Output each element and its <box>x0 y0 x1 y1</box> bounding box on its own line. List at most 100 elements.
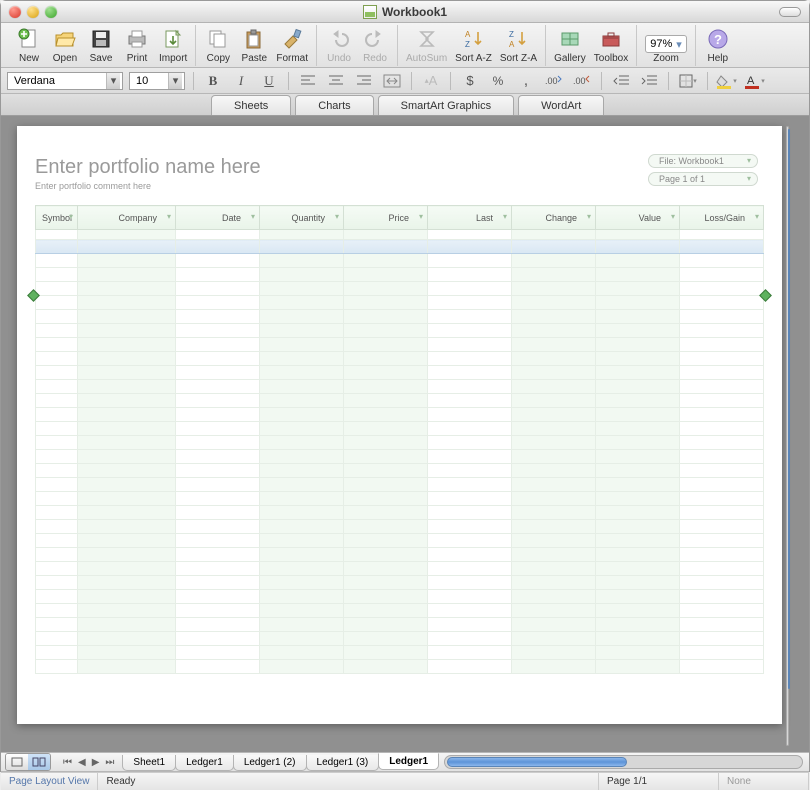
table-row[interactable] <box>36 380 764 394</box>
borders-button[interactable]: ▾ <box>677 71 699 91</box>
zoom-field[interactable]: 97% ▾ <box>645 35 687 53</box>
first-sheet-button[interactable]: ⏮ <box>61 757 74 768</box>
redo-button[interactable]: Redo <box>357 25 393 66</box>
sheet-tab[interactable]: Ledger1 <box>175 755 234 771</box>
increase-decimal-button[interactable]: .00 <box>543 71 565 91</box>
vertical-scroll-thumb[interactable] <box>788 129 790 689</box>
page[interactable]: Enter portfolio name here Enter portfoli… <box>17 126 782 724</box>
paste-button[interactable]: Paste <box>236 25 272 66</box>
dropdown-icon[interactable]: ▾ <box>69 212 73 221</box>
table-row[interactable] <box>36 282 764 296</box>
table-row[interactable] <box>36 618 764 632</box>
col-company[interactable]: Company▾ <box>78 206 176 230</box>
table-row[interactable] <box>36 296 764 310</box>
gallery-button[interactable]: Gallery <box>550 25 590 66</box>
merge-cells-button[interactable] <box>381 71 403 91</box>
tab-charts[interactable]: Charts <box>295 95 373 115</box>
table-row[interactable] <box>36 478 764 492</box>
table-row[interactable] <box>36 534 764 548</box>
table-row[interactable] <box>36 464 764 478</box>
font-color-button[interactable]: A▾ <box>744 71 766 91</box>
page-chip[interactable]: Page 1 of 1 <box>648 172 758 186</box>
normal-view-button[interactable] <box>6 754 28 770</box>
help-button[interactable]: ? Help <box>700 25 736 66</box>
ledger-table[interactable]: Symbol▾ Company▾ Date▾ Quantity▾ Price▾ … <box>35 205 764 674</box>
copy-button[interactable]: Copy <box>200 25 236 66</box>
dropdown-icon[interactable]: ▾ <box>419 212 423 221</box>
table-row[interactable] <box>36 576 764 590</box>
tab-sheets[interactable]: Sheets <box>211 95 291 115</box>
table-row[interactable] <box>36 492 764 506</box>
currency-button[interactable]: $ <box>459 71 481 91</box>
increase-indent-button[interactable] <box>638 71 660 91</box>
table-row[interactable] <box>36 352 764 366</box>
open-button[interactable]: Open <box>47 25 83 66</box>
sheet-tab[interactable]: Ledger1 (2) <box>233 755 307 771</box>
dropdown-icon[interactable]: ▾ <box>755 212 759 221</box>
print-button[interactable]: Print <box>119 25 155 66</box>
comma-button[interactable]: , <box>515 71 537 91</box>
next-sheet-button[interactable]: ▶ <box>90 757 102 768</box>
bold-button[interactable]: B <box>202 71 224 91</box>
page-layout-view-button[interactable] <box>28 754 50 770</box>
horizontal-scroll-thumb[interactable] <box>447 757 627 767</box>
table-row[interactable] <box>36 310 764 324</box>
col-value[interactable]: Value▾ <box>596 206 680 230</box>
dropdown-icon[interactable]: ▾ <box>335 212 339 221</box>
align-right-button[interactable] <box>353 71 375 91</box>
save-button[interactable]: Save <box>83 25 119 66</box>
table-row[interactable] <box>36 254 764 268</box>
sheet-tab[interactable]: Ledger1 (3) <box>306 755 380 771</box>
dropdown-icon[interactable]: ▾ <box>587 212 591 221</box>
undo-button[interactable]: Undo <box>321 25 357 66</box>
font-grow-button[interactable]: ▴A <box>420 71 442 91</box>
zoom-control[interactable]: 97% ▾ Zoom <box>641 25 691 66</box>
table-row[interactable] <box>36 268 764 282</box>
align-left-button[interactable] <box>297 71 319 91</box>
horizontal-scrollbar[interactable] <box>444 755 803 769</box>
autosum-button[interactable]: AutoSum <box>402 25 451 66</box>
decrease-indent-button[interactable] <box>610 71 632 91</box>
tab-wordart[interactable]: WordArt <box>518 95 604 115</box>
tab-smartart[interactable]: SmartArt Graphics <box>378 95 514 115</box>
col-symbol[interactable]: Symbol▾ <box>36 206 78 230</box>
decrease-decimal-button[interactable]: .00 <box>571 71 593 91</box>
table-row[interactable] <box>36 422 764 436</box>
prev-sheet-button[interactable]: ◀ <box>76 757 88 768</box>
dropdown-icon[interactable]: ▾ <box>167 212 171 221</box>
table-row[interactable] <box>36 646 764 660</box>
col-price[interactable]: Price▾ <box>344 206 428 230</box>
fill-color-button[interactable]: ▾ <box>716 71 738 91</box>
col-date[interactable]: Date▾ <box>176 206 260 230</box>
new-button[interactable]: New <box>11 25 47 66</box>
table-row[interactable] <box>36 436 764 450</box>
align-center-button[interactable] <box>325 71 347 91</box>
col-last[interactable]: Last▾ <box>428 206 512 230</box>
table-row[interactable] <box>36 366 764 380</box>
font-size-combo[interactable]: 10 ▾ <box>129 72 185 90</box>
italic-button[interactable]: I <box>230 71 252 91</box>
file-chip[interactable]: File: Workbook1 <box>648 154 758 168</box>
dropdown-icon[interactable]: ▾ <box>503 212 507 221</box>
table-row[interactable] <box>36 450 764 464</box>
table-row[interactable] <box>36 632 764 646</box>
sort-za-button[interactable]: ZA Sort Z-A <box>496 25 541 66</box>
format-button[interactable]: Format <box>272 25 312 66</box>
table-row[interactable] <box>36 604 764 618</box>
sheet-tab[interactable]: Sheet1 <box>122 755 176 771</box>
dropdown-icon[interactable]: ▾ <box>671 212 675 221</box>
col-change[interactable]: Change▾ <box>512 206 596 230</box>
table-row[interactable] <box>36 548 764 562</box>
vertical-scrollbar[interactable] <box>786 126 789 746</box>
table-row[interactable] <box>36 506 764 520</box>
view-toggle[interactable] <box>5 753 51 771</box>
sort-az-button[interactable]: AZ Sort A-Z <box>451 25 496 66</box>
table-row[interactable] <box>36 394 764 408</box>
table-row[interactable] <box>36 660 764 674</box>
table-row[interactable] <box>36 338 764 352</box>
table-row[interactable] <box>36 562 764 576</box>
underline-button[interactable]: U <box>258 71 280 91</box>
table-row[interactable] <box>36 590 764 604</box>
table-row[interactable] <box>36 240 764 254</box>
dropdown-icon[interactable]: ▾ <box>251 212 255 221</box>
